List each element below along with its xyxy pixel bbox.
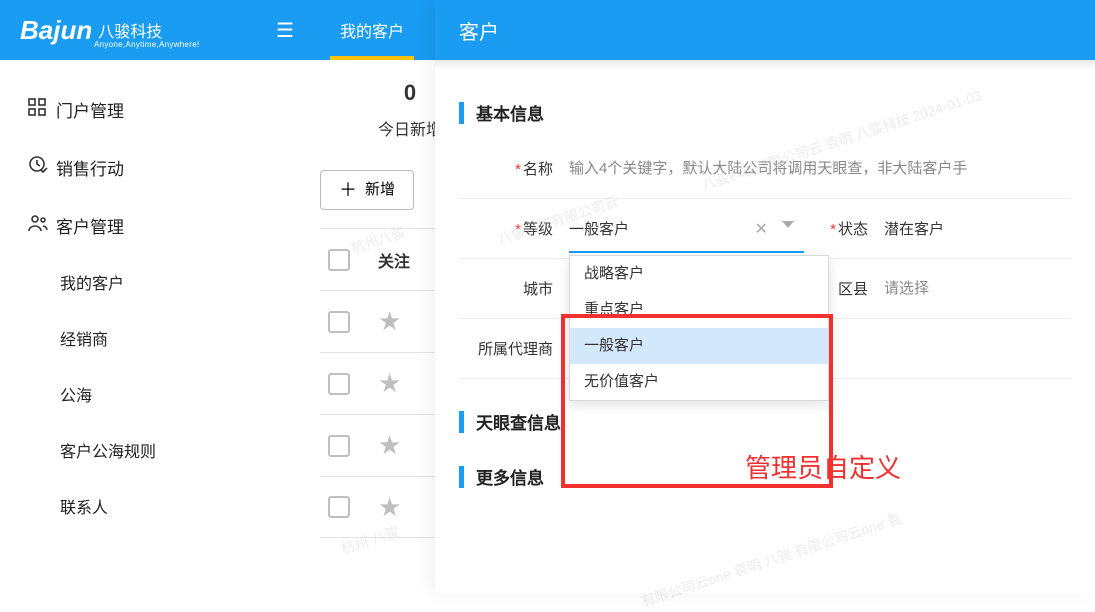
star-icon[interactable]: ★ xyxy=(378,492,401,523)
field-status: *状态 潜在客户 xyxy=(814,203,1071,255)
label-text: 区县 xyxy=(838,281,868,298)
star-icon[interactable]: ★ xyxy=(378,430,401,461)
field-label: *名称 xyxy=(459,158,569,179)
star-icon[interactable]: ★ xyxy=(378,368,401,399)
name-input[interactable] xyxy=(569,160,1071,177)
status-selected-value: 潜在客户 xyxy=(884,218,944,239)
field-name: *名称 xyxy=(459,150,1071,187)
label-text: 所属代理商 xyxy=(478,341,553,358)
level-selected-value: 一般客户 xyxy=(569,218,629,239)
level-select[interactable]: 一般客户 ✕ 战略客户 重点客户 一般客户 无价值客户 xyxy=(569,211,814,247)
logo-cn: 八骏科技 xyxy=(98,18,162,42)
sidebar-item-sales-action[interactable]: 销售行动 xyxy=(0,138,260,196)
logo-sub: Anyone,Anytime,Anywhere! xyxy=(94,40,199,49)
sidebar-sub-my-customers[interactable]: 我的客户 xyxy=(0,254,260,310)
sidebar-sub-label: 公海 xyxy=(60,382,92,406)
section-title-text: 更多信息 xyxy=(476,464,544,489)
sidebar-sub-label: 客户公海规则 xyxy=(60,438,156,462)
field-level: *等级 一般客户 ✕ 战略客户 重点客户 一般客户 无价值客户 xyxy=(459,203,814,255)
label-text: 城市 xyxy=(523,281,553,298)
row-checkbox[interactable] xyxy=(328,496,350,518)
menu-toggle-icon[interactable]: ☰ xyxy=(260,18,310,43)
watermark: 有限公司云one 袁明 八骏 有限公司云one 袁 xyxy=(639,508,904,611)
sidebar-item-label: 门户管理 xyxy=(56,97,124,122)
sidebar-sub-label: 联系人 xyxy=(60,494,108,518)
section-title-text: 基本信息 xyxy=(476,100,544,125)
top-tab-label: 我的客户 xyxy=(340,18,404,42)
label-text: 状态 xyxy=(838,221,868,238)
section-tianyancha: 天眼查信息 xyxy=(459,409,1071,434)
field-county: 区县 xyxy=(814,270,1071,307)
sidebar-sub-public-sea-rules[interactable]: 客户公海规则 xyxy=(0,422,260,478)
section-title-text: 天眼查信息 xyxy=(476,409,561,434)
county-input[interactable] xyxy=(884,280,1071,297)
logo-text: Bajun xyxy=(20,15,92,46)
row-checkbox[interactable] xyxy=(328,435,350,457)
sidebar-item-customers[interactable]: 客户管理 xyxy=(0,196,260,254)
add-button-label: 新增 xyxy=(365,171,395,209)
star-icon[interactable]: ★ xyxy=(378,306,401,337)
customer-panel: 客户 八骏科技有限公司云 袁明 八骏科技 2024-01-03 八骏科技有限公司… xyxy=(435,0,1095,593)
top-tab-my-customers[interactable]: 我的客户 xyxy=(310,0,434,60)
sidebar-sub-label: 经销商 xyxy=(60,326,108,350)
field-label: *等级 xyxy=(459,218,569,239)
status-select[interactable]: 潜在客户 xyxy=(884,211,1071,247)
form-row-level-status: *等级 一般客户 ✕ 战略客户 重点客户 一般客户 无价值客户 xyxy=(459,199,1071,259)
row-checkbox[interactable] xyxy=(328,311,350,333)
add-button[interactable]: ＋ 新增 xyxy=(320,170,414,210)
panel-body: 八骏科技有限公司云 袁明 八骏科技 2024-01-03 八骏科技有限公司云 有… xyxy=(435,100,1095,489)
form-row-name: *名称 xyxy=(459,139,1071,199)
level-option[interactable]: 重点客户 xyxy=(570,292,828,328)
sidebar-item-label: 客户管理 xyxy=(56,213,124,238)
sidebar-item-portal[interactable]: 门户管理 xyxy=(0,80,260,138)
select-all-checkbox[interactable] xyxy=(328,249,350,271)
field-label: *状态 xyxy=(814,218,884,239)
label-text: 等级 xyxy=(523,221,553,238)
section-basic-info: 基本信息 xyxy=(459,100,1071,125)
sidebar: 门户管理 销售行动 客户管理 我的客户 经销商 公海 客户公海规则 联系人 xyxy=(0,60,260,593)
level-dropdown: 战略客户 重点客户 一般客户 无价值客户 xyxy=(569,255,829,401)
logo: Bajun 八骏科技 Anyone,Anytime,Anywhere! xyxy=(0,0,260,60)
field-label: 所属代理商 xyxy=(459,338,569,359)
level-option[interactable]: 无价值客户 xyxy=(570,364,828,400)
row-checkbox[interactable] xyxy=(328,373,350,395)
clear-icon[interactable]: ✕ xyxy=(755,219,768,239)
field-label: 城市 xyxy=(459,278,569,299)
county-select[interactable] xyxy=(884,280,1071,297)
sidebar-sub-contacts[interactable]: 联系人 xyxy=(0,478,260,534)
level-option[interactable]: 一般客户 xyxy=(570,328,828,364)
plus-icon: ＋ xyxy=(339,171,357,209)
clock-check-icon xyxy=(28,155,56,180)
sidebar-sub-dealers[interactable]: 经销商 xyxy=(0,310,260,366)
panel-shadow xyxy=(435,60,1095,70)
column-follow: 关注 xyxy=(378,248,410,272)
sidebar-item-label: 销售行动 xyxy=(56,155,124,180)
users-icon xyxy=(28,213,56,238)
panel-header: 客户 xyxy=(435,0,1095,60)
section-more-info: 更多信息 xyxy=(459,464,1071,489)
panel-title: 客户 xyxy=(459,16,499,45)
sidebar-sub-public-sea[interactable]: 公海 xyxy=(0,366,260,422)
level-option[interactable]: 战略客户 xyxy=(570,256,828,292)
sidebar-sub-label: 我的客户 xyxy=(60,270,124,294)
label-text: 名称 xyxy=(523,161,553,178)
grid-icon xyxy=(28,98,56,121)
chevron-down-icon[interactable] xyxy=(782,221,794,228)
